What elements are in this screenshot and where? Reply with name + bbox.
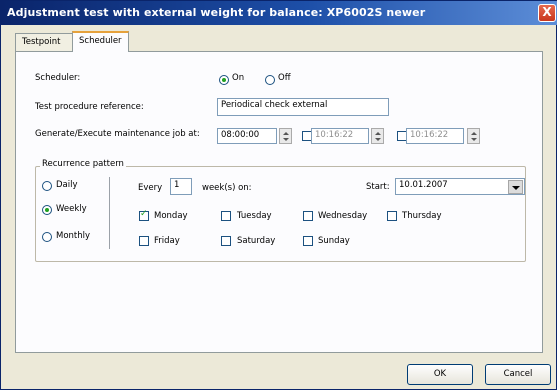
dialog-window: Adjustment test with external weight for… — [0, 0, 557, 390]
daily-radio[interactable] — [42, 181, 52, 191]
scheduler-label: Scheduler: — [35, 73, 81, 83]
wednesday-checkbox[interactable] — [303, 211, 313, 221]
monthly-radio[interactable] — [42, 232, 52, 242]
tuesday-label: Tuesday — [237, 211, 272, 221]
cancel-button[interactable]: Cancel — [485, 364, 551, 385]
thursday-label: Thursday — [402, 211, 442, 221]
weekly-label: Weekly — [56, 204, 87, 214]
every-input[interactable]: 1 — [170, 178, 192, 195]
close-button[interactable]: X — [538, 4, 556, 22]
monday-checkbox[interactable] — [139, 209, 149, 221]
time-spinner-1[interactable] — [279, 128, 292, 144]
time-input-2: 10:16:22 — [311, 128, 369, 144]
monthly-label: Monthly — [56, 231, 91, 241]
scheduler-on-radio[interactable] — [219, 75, 229, 85]
chevron-down-icon[interactable] — [508, 180, 523, 194]
ok-button[interactable]: OK — [407, 364, 473, 385]
saturday-label: Saturday — [237, 236, 276, 246]
window-title: Adjustment test with external weight for… — [7, 6, 426, 19]
time-input-1[interactable]: 08:00:00 — [217, 128, 277, 144]
start-date-input[interactable]: 10.01.2007 — [395, 178, 525, 195]
wednesday-label: Wednesday — [318, 211, 368, 221]
tab-testpoint[interactable]: Testpoint — [15, 33, 74, 51]
saturday-checkbox[interactable] — [221, 236, 231, 246]
tab-scheduler[interactable]: Scheduler — [72, 31, 129, 52]
procedure-input[interactable]: Periodical check external — [217, 98, 389, 116]
weekly-radio[interactable] — [42, 205, 52, 215]
daily-label: Daily — [56, 180, 78, 190]
procedure-label: Test procedure reference: — [35, 102, 144, 112]
recurrence-title: Recurrence pattern — [40, 159, 126, 169]
friday-label: Friday — [154, 236, 180, 246]
tuesday-checkbox[interactable] — [221, 211, 231, 221]
scheduler-off-label: Off — [278, 73, 291, 83]
sunday-checkbox[interactable] — [303, 236, 313, 246]
title-bar[interactable]: Adjustment test with external weight for… — [1, 1, 557, 25]
maintenance-label: Generate/Execute maintenance job at: — [35, 129, 200, 139]
scheduler-off-radio[interactable] — [265, 75, 275, 85]
weeks-label: week(s) on: — [202, 183, 252, 193]
friday-checkbox[interactable] — [139, 236, 149, 246]
scheduler-on-label: On — [232, 73, 245, 83]
recurrence-divider — [109, 177, 110, 249]
thursday-checkbox[interactable] — [387, 211, 397, 221]
sunday-label: Sunday — [318, 236, 350, 246]
start-label: Start: — [366, 182, 390, 192]
every-label: Every — [138, 183, 163, 193]
monday-label: Monday — [154, 211, 188, 221]
time-spinner-3 — [467, 128, 480, 144]
time-spinner-2 — [371, 128, 384, 144]
time-input-3: 10:16:22 — [406, 128, 464, 144]
